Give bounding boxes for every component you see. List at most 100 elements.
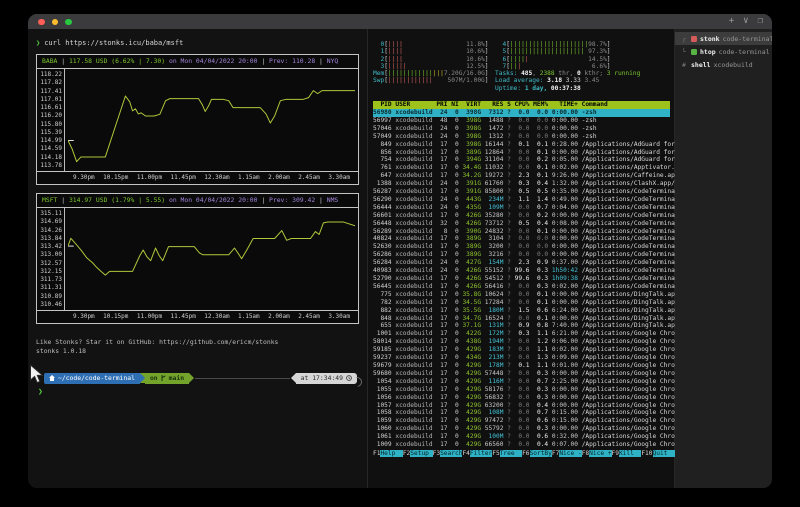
split-pane-icon[interactable]: ❐ (758, 15, 763, 28)
prompt-symbol: ❯ (36, 39, 40, 47)
system-stats-line: Tasks: 485, 2388 thr, 0 kthr; 3 running (495, 70, 670, 77)
mouse-cursor (29, 364, 43, 384)
minimize-button[interactable] (52, 19, 59, 26)
htop-pane: 0[|||| 11.8%] 1[|||| 10.6%] 2[|||| 10.6%… (368, 29, 675, 488)
process-row-52790[interactable]: 52790 xcodebuild 17 0 426G 54512 ? 99.6 … (373, 275, 670, 283)
prompt-time: at 17:34:49 (301, 374, 343, 382)
prompt-fill-line (195, 378, 290, 379)
fkey-kill[interactable]: F9Kill (612, 450, 642, 458)
stonks-footer: Like Stonks? Star it on GitHub: https://… (36, 338, 361, 356)
process-row-56444[interactable]: 56444 xcodebuild 24 0 435G 109M ? 0.0 0.… (373, 204, 670, 212)
meter-4: 4[|||||||||||||||||||||98.7%] (495, 41, 670, 48)
process-row-58014[interactable]: 58014 xcodebuild 17 0 438G 194M ? 0.0 1.… (373, 338, 670, 346)
home-icon (49, 375, 55, 381)
dropdown-chevron-icon[interactable]: ∨ (743, 15, 748, 28)
process-row-1001[interactable]: 1001 xcodebuild 17 0 422G 172M ? 0.3 1.1… (373, 330, 670, 338)
prompt-input-symbol[interactable]: ❯ (38, 387, 361, 396)
process-row-1060[interactable]: 1060 xcodebuild 17 0 429G 55792 ? 0.0 0.… (373, 425, 670, 433)
process-row-1054[interactable]: 1054 xcodebuild 17 0 429G 116M ? 0.0 0.7… (373, 378, 670, 386)
pane-list-sidebar: ┌stonkcode-terminal└htopcode-terminal#sh… (675, 29, 772, 488)
process-row-1388[interactable]: 1388 xcodebuild 24 0 391G 61760 ? 0.3 0.… (373, 180, 670, 188)
process-row-647[interactable]: 647 xcodebuild 17 0 34.2G 19272 ? 2.3 0.… (373, 172, 670, 180)
process-row-40824[interactable]: 40824 xcodebuild 17 0 389G 3104 ? 0.0 0.… (373, 235, 670, 243)
fkey-nice-+[interactable]: F8Nice + (582, 450, 612, 458)
meter-2: 2[|||| 10.6%] (373, 56, 495, 63)
meter-1: 1[|||| 10.6%] (373, 48, 495, 55)
chart-title: BABA | 117.58 USD (6.62% | 7.30) on Mon … (37, 55, 358, 69)
process-row-56997[interactable]: 56997 xcodebuild 48 0 398G 1488 ? 0.0 0.… (373, 117, 670, 125)
process-row-56290[interactable]: 56290 xcodebuild 24 0 443G 234M ? 1.1 1.… (373, 196, 670, 204)
cwd-text: ~/code/code-terminal (58, 374, 135, 382)
process-row-1009[interactable]: 1009 xcodebuild 17 0 429G 66560 ? 0.0 0.… (373, 441, 670, 449)
fkey-setup[interactable]: F2Setup (403, 450, 433, 458)
fkey-nice--[interactable]: F7Nice - (552, 450, 582, 458)
fkey-tree[interactable]: F5Tree (492, 450, 522, 458)
process-row-52630[interactable]: 52630 xcodebuild 17 0 389G 3200 ? 0.0 0.… (373, 243, 670, 251)
process-row-57049[interactable]: 57049 xcodebuild 24 0 398G 1312 ? 0.0 0.… (373, 133, 670, 141)
window-content: ❯ curl https://stonks.icu/baba/msft BABA … (28, 29, 772, 488)
process-row-56448[interactable]: 56448 xcodebuild 32 0 426G 73712 ? 0.5 0… (373, 220, 670, 228)
process-row-761[interactable]: 761 xcodebuild 17 0 34.4G 11032 ? 0.0 0.… (373, 164, 670, 172)
meter-mem: Mem[|||||||||||||||7.20G/16.0G] (373, 70, 495, 77)
git-branch: main (169, 374, 184, 382)
process-row-775[interactable]: 775 xcodebuild 17 0 35.8G 10624 ? 0.0 0.… (373, 291, 670, 299)
process-row-849[interactable]: 849 xcodebuild 17 0 398G 16144 ? 0.1 0.1… (373, 141, 670, 149)
process-row-56980[interactable]: 56980 xcodebuild 24 0 398G 7312 ? 0.0 0.… (373, 109, 670, 117)
process-table: 56980 xcodebuild 24 0 398G 7312 ? 0.0 0.… (373, 109, 670, 449)
process-row-56287[interactable]: 56287 xcodebuild 17 0 391G 85800 ? 0.5 0… (373, 188, 670, 196)
titlebar: + ∨ ❐ (28, 14, 772, 29)
process-row-856[interactable]: 856 xcodebuild 17 0 389G 12864 ? 0.0 0.1… (373, 149, 670, 157)
process-row-1055[interactable]: 1055 xcodebuild 17 0 429G 58176 ? 0.0 0.… (373, 386, 670, 394)
process-row-56445[interactable]: 56445 xcodebuild 17 0 426G 56416 ? 0.0 0… (373, 283, 670, 291)
fkey-help[interactable]: F1Help (373, 450, 403, 458)
process-table-header[interactable]: PID USER PRI NI VIRT RES S CPU% MEM% TIM… (373, 101, 670, 109)
process-row-56286[interactable]: 56286 xcodebuild 17 0 389G 3216 ? 0.0 0.… (373, 251, 670, 259)
command-line: ❯ curl https://stonks.icu/baba/msft (36, 39, 361, 47)
time-segment: at 17:34:49 (296, 373, 357, 384)
process-row-1057[interactable]: 1057 xcodebuild 17 0 429G 63200 ? 0.0 0.… (373, 402, 670, 410)
sidebar-item-shell[interactable]: #shellxcodebuild (675, 58, 772, 71)
process-row-1058[interactable]: 1058 xcodebuild 17 0 429G 108M ? 0.0 0.7… (373, 409, 670, 417)
stock-chart-card-BABA: BABA | 117.58 USD (6.62% | 7.30) on Mon … (36, 54, 359, 185)
meter-7: 7[||| 6.6%] (495, 63, 670, 70)
x-axis-labels: 9.30pm10.15pm11.00pm11.45pm12.30am1.15am… (37, 171, 358, 184)
new-pane-button[interactable]: + (729, 15, 734, 28)
fkey-sortby[interactable]: F6SortBy (522, 450, 552, 458)
meter-6: 6[||||| 14.5%] (495, 56, 670, 63)
git-branch-icon (161, 374, 166, 382)
process-row-782[interactable]: 782 xcodebuild 17 0 34.5G 17284 ? 0.0 0.… (373, 299, 670, 307)
sidebar-item-htop[interactable]: └htopcode-terminal (675, 45, 772, 58)
desktop: + ∨ ❐ ❯ curl https://stonks.icu/baba/msft B… (0, 0, 800, 507)
process-row-1061[interactable]: 1061 xcodebuild 17 0 429G 100M ? 0.0 0.6… (373, 433, 670, 441)
process-row-882[interactable]: 882 xcodebuild 17 0 35.5G 180M ? 1.5 0.6… (373, 307, 670, 315)
fkey-quit[interactable]: F10Quit (641, 450, 675, 458)
stock-charts: BABA | 117.58 USD (6.62% | 7.30) on Mon … (34, 54, 361, 324)
process-row-754[interactable]: 754 xcodebuild 17 0 394G 31104 ? 0.0 0.2… (373, 156, 670, 164)
zoom-button[interactable] (65, 19, 72, 26)
fkey-filter[interactable]: F4Filter (462, 450, 492, 458)
window-controls (38, 19, 72, 26)
x-axis-labels: 9.30pm10.15pm11.00pm11.45pm12.30am1.15am… (37, 310, 358, 323)
process-row-40983[interactable]: 40983 xcodebuild 24 0 426G 55152 ? 99.6 … (373, 267, 670, 275)
stock-chart-card-MSFT: MSFT | 314.97 USD (1.79% | 5.55) on Mon … (36, 193, 359, 324)
cpu-mem-meters-left: 0[|||| 11.8%] 1[|||| 10.6%] 2[|||| 10.6%… (373, 41, 495, 92)
meter-3: 3[||||| 12.5%] (373, 63, 495, 70)
process-row-59185[interactable]: 59185 xcodebuild 17 0 429G 183M ? 0.0 1.… (373, 346, 670, 354)
sidebar-item-stonk[interactable]: ┌stonkcode-terminal (675, 32, 772, 45)
process-row-59237[interactable]: 59237 xcodebuild 17 0 434G 213M ? 0.0 1.… (373, 354, 670, 362)
y-axis-labels: 315.11314.69314.26313.84313.42313.00312.… (37, 208, 65, 310)
process-row-56601[interactable]: 56601 xcodebuild 17 0 426G 35280 ? 0.0 0… (373, 212, 670, 220)
process-row-1056[interactable]: 1056 xcodebuild 17 0 429G 56832 ? 0.0 0.… (373, 394, 670, 402)
process-row-848[interactable]: 848 xcodebuild 17 0 34.7G 16524 ? 0.0 0.… (373, 315, 670, 323)
fkey-search[interactable]: F3Search (433, 450, 463, 458)
process-row-57046[interactable]: 57046 xcodebuild 24 0 398G 1472 ? 0.0 0.… (373, 125, 670, 133)
process-row-59679[interactable]: 59679 xcodebuild 17 0 429G 178M ? 0.1 1.… (373, 362, 670, 370)
process-row-56289[interactable]: 56289 xcodebuild 8 0 390G 24832 ? 0.0 0.… (373, 228, 670, 236)
close-button[interactable] (38, 19, 45, 26)
process-row-1059[interactable]: 1059 xcodebuild 17 0 429G 97472 ? 0.0 0.… (373, 417, 670, 425)
command-text: curl https://stonks.icu/baba/msft (44, 39, 183, 47)
process-row-655[interactable]: 655 xcodebuild 17 0 37.1G 131M ? 0.9 0.8… (373, 322, 670, 330)
process-row-59680[interactable]: 59680 xcodebuild 17 0 429G 57448 ? 0.0 0… (373, 370, 670, 378)
process-row-56284[interactable]: 56284 xcodebuild 24 0 427G 154M ? 2.3 0.… (373, 259, 670, 267)
system-stats-line: Uptime: 1 day, 00:37:38 (495, 85, 670, 92)
